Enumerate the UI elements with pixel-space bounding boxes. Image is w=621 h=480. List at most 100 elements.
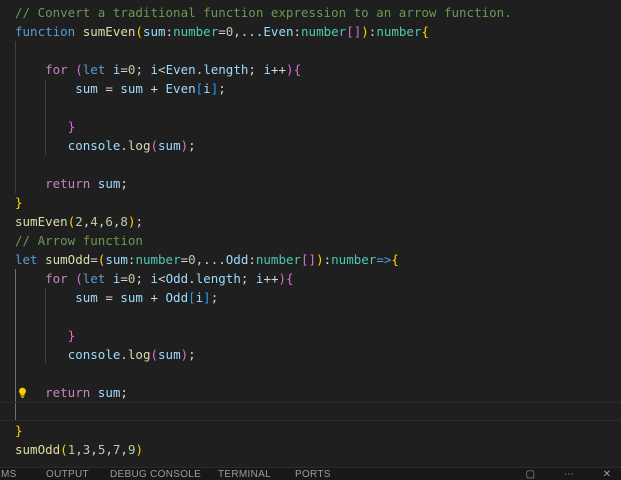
code-line[interactable] xyxy=(0,41,621,60)
code-token: Even xyxy=(165,62,196,77)
code-token: ; xyxy=(188,138,196,153)
indent-guide xyxy=(15,79,16,98)
code-line[interactable]: return sum; xyxy=(0,174,621,193)
code-line[interactable]: let sumOdd=(sum:number=0,...Odd:number[]… xyxy=(0,250,621,269)
code-token: i xyxy=(150,271,159,286)
code-token: // Convert a traditional function expres… xyxy=(15,5,512,20)
code-token: sumOdd xyxy=(15,442,61,457)
tab-problems[interactable]: EMS xyxy=(0,469,17,480)
panel-actions: ▢ ⋯ ✕ xyxy=(500,469,611,480)
code-token: ( xyxy=(135,24,143,39)
tab-terminal[interactable]: TERMINAL xyxy=(218,469,271,480)
tab-ports[interactable]: PORTS xyxy=(295,469,331,480)
code-token: . xyxy=(188,271,196,286)
tab-debug-console[interactable]: DEBUG CONSOLE xyxy=(110,469,201,480)
code-line[interactable] xyxy=(0,98,621,117)
code-token: = xyxy=(97,81,121,96)
code-line[interactable] xyxy=(0,307,621,326)
code-token: i xyxy=(150,62,159,77)
code-token: + xyxy=(142,290,166,305)
code-token: ++ xyxy=(263,271,279,286)
code-token: => xyxy=(376,252,392,267)
code-token: log xyxy=(127,138,151,153)
tab-output[interactable]: OUTPUT xyxy=(46,469,89,480)
code-line[interactable]: console.log(sum); xyxy=(0,345,621,364)
code-line[interactable]: sumEven(2,4,6,8); xyxy=(0,212,621,231)
code-token: for xyxy=(45,271,68,286)
code-token: ; xyxy=(240,271,256,286)
code-token: return xyxy=(45,176,91,191)
code-line[interactable] xyxy=(0,402,621,421)
code-token: sum xyxy=(97,176,121,191)
code-line[interactable]: sumOdd(1,3,5,7,9) xyxy=(0,440,621,459)
indent-guide xyxy=(45,307,46,326)
code-token: ; xyxy=(135,214,143,229)
code-token: ) xyxy=(316,252,324,267)
code-token: ) xyxy=(180,347,189,362)
code-line[interactable]: sum = sum + Even[i]; xyxy=(0,79,621,98)
code-line[interactable]: for (let i=0; i<Odd.length; i++){ xyxy=(0,269,621,288)
code-line[interactable]: function sumEven(sum:number=0,...Even:nu… xyxy=(0,22,621,41)
code-line[interactable]: for (let i=0; i<Even.length; i++){ xyxy=(0,60,621,79)
code-token: } xyxy=(67,119,76,134)
indent-guide xyxy=(15,383,16,402)
code-token: sum xyxy=(97,385,121,400)
code-line[interactable]: } xyxy=(0,421,621,440)
code-token: . xyxy=(120,347,128,362)
close-icon[interactable]: ✕ xyxy=(603,469,611,480)
code-line[interactable]: } xyxy=(0,326,621,345)
code-token: 8 xyxy=(120,214,128,229)
code-token: ; xyxy=(218,81,226,96)
code-lines[interactable]: // Convert a traditional function expres… xyxy=(0,3,621,459)
code-line[interactable] xyxy=(0,364,621,383)
code-token: , xyxy=(120,442,128,457)
code-token: ] xyxy=(203,290,211,305)
code-token: ; xyxy=(188,347,196,362)
code-line[interactable]: // Arrow function xyxy=(0,231,621,250)
code-token: sum xyxy=(120,81,143,96)
indent-guide xyxy=(15,136,16,155)
code-token: ( xyxy=(150,347,159,362)
code-token: . xyxy=(120,138,128,153)
code-token: ,... xyxy=(195,252,226,267)
code-token: < xyxy=(158,271,166,286)
indent-guide xyxy=(15,403,16,420)
code-token: 4 xyxy=(90,214,98,229)
code-token: : xyxy=(248,252,256,267)
lightbulb-icon[interactable] xyxy=(17,387,28,398)
more-icon[interactable]: ⋯ xyxy=(564,469,574,480)
code-token: : xyxy=(165,24,174,39)
code-token: { xyxy=(391,252,399,267)
code-token: number xyxy=(376,24,422,39)
code-line[interactable]: return sum; xyxy=(0,383,621,402)
code-line[interactable]: console.log(sum); xyxy=(0,136,621,155)
code-token: [ xyxy=(188,290,196,305)
code-token: let xyxy=(82,271,113,286)
code-token: [] xyxy=(301,252,317,267)
maximize-icon[interactable]: ▢ xyxy=(526,469,535,480)
code-token: ,... xyxy=(233,24,264,39)
code-token: } xyxy=(15,195,23,210)
code-token: Odd xyxy=(165,290,189,305)
code-line[interactable]: sum = sum + Odd[i]; xyxy=(0,288,621,307)
code-token: sum xyxy=(75,81,98,96)
code-token: { xyxy=(293,62,302,77)
code-token: ( xyxy=(75,271,83,286)
code-line[interactable]: } xyxy=(0,117,621,136)
code-editor[interactable]: // Convert a traditional function expres… xyxy=(0,0,621,480)
code-token: = xyxy=(97,290,121,305)
code-token: for xyxy=(45,62,68,77)
indent-guide xyxy=(15,326,16,345)
code-line[interactable] xyxy=(0,155,621,174)
code-line[interactable]: // Convert a traditional function expres… xyxy=(0,3,621,22)
code-token: i xyxy=(263,62,271,77)
code-line[interactable]: } xyxy=(0,193,621,212)
indent-guide xyxy=(15,345,16,364)
code-token: console xyxy=(67,347,121,362)
code-token: number xyxy=(255,252,302,267)
